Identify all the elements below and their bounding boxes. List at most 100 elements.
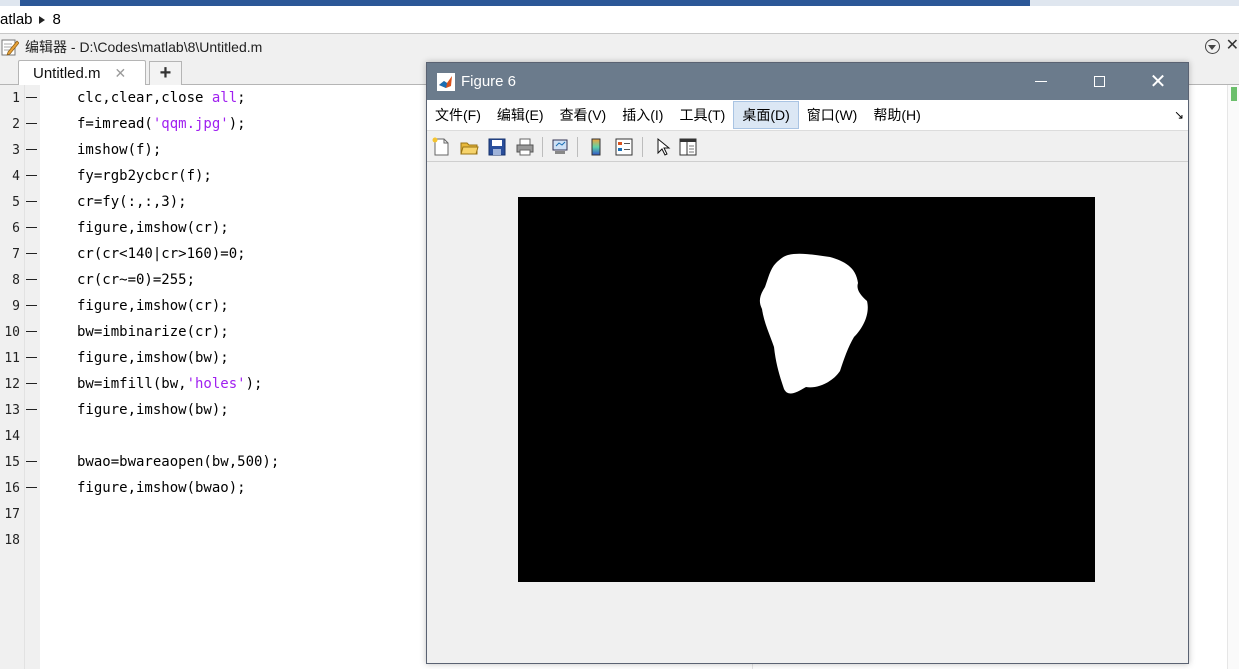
save-icon[interactable] — [486, 136, 508, 158]
menu-window[interactable]: 窗口(W) — [799, 101, 866, 129]
breakpoint-dash[interactable] — [26, 175, 37, 176]
add-tab-button[interactable]: + — [149, 61, 182, 85]
code-text: cr=fy(:,:,3); — [77, 194, 187, 210]
line-number[interactable]: 9 — [0, 299, 20, 314]
editor-title: 编辑器 - D:\Codes\matlab\8\Untitled.m — [25, 39, 263, 55]
menu-insert[interactable]: 插入(I) — [614, 101, 671, 129]
line-number[interactable]: 18 — [0, 533, 20, 548]
line-number[interactable]: 14 — [0, 429, 20, 444]
tab-untitled-m[interactable]: Untitled.m ✕ — [18, 60, 146, 86]
breakpoint-dash[interactable] — [26, 331, 37, 332]
breakpoint-dash[interactable] — [26, 383, 37, 384]
line-number[interactable]: 16 — [0, 481, 20, 496]
line-number[interactable]: 6 — [0, 221, 20, 236]
maximize-icon — [1093, 76, 1105, 87]
code-text: f=imread('qqm.jpg'); — [77, 116, 246, 132]
toolbar-separator — [577, 137, 578, 157]
breadcrumb-item-8[interactable]: 8 — [53, 11, 61, 28]
binary-image-display[interactable] — [518, 197, 1095, 582]
editor-scrollbar[interactable] — [1227, 85, 1239, 669]
line-number[interactable]: 11 — [0, 351, 20, 366]
white-blob-region — [759, 253, 868, 394]
code-text: bw=imfill(bw,'holes'); — [77, 376, 263, 392]
figure-title-bar[interactable]: Figure 6 ✕ — [427, 63, 1188, 100]
link-plot-icon[interactable] — [549, 136, 571, 158]
close-icon: ✕ — [1149, 70, 1167, 93]
editor-title-controls: ✕ — [1204, 38, 1239, 54]
dock-figure-icon[interactable]: ↘ — [1174, 108, 1184, 122]
code-text: imshow(f); — [77, 142, 162, 158]
breadcrumb-item-matlab[interactable]: atlab — [0, 11, 33, 28]
breakpoint-dash[interactable] — [26, 279, 37, 280]
line-number[interactable]: 17 — [0, 507, 20, 522]
menu-tools[interactable]: 工具(T) — [671, 101, 733, 129]
line-number[interactable]: 4 — [0, 169, 20, 184]
breakpoint-dash[interactable] — [26, 227, 37, 228]
editor-close-icon[interactable]: ✕ — [1226, 38, 1239, 54]
breadcrumb: atlab 8 — [0, 6, 1239, 34]
code-text: cr(cr~=0)=255; — [77, 272, 196, 288]
line-number[interactable]: 15 — [0, 455, 20, 470]
line-number[interactable]: 8 — [0, 273, 20, 288]
toolbar-separator — [542, 137, 543, 157]
line-number[interactable]: 5 — [0, 195, 20, 210]
pencil-edit-icon — [1, 39, 19, 56]
property-editor-icon[interactable] — [677, 136, 699, 158]
breakpoint-dash[interactable] — [26, 253, 37, 254]
code-text: figure,imshow(cr); — [77, 298, 229, 314]
code-text: bw=imbinarize(cr); — [77, 324, 229, 340]
editor-title-bar: 编辑器 - D:\Codes\matlab\8\Untitled.m ✕ — [0, 35, 1239, 59]
editor-options-dropdown-icon[interactable] — [1204, 38, 1220, 54]
pointer-icon[interactable] — [651, 136, 673, 158]
figure-toolbar — [427, 130, 1188, 162]
menu-file[interactable]: 文件(F) — [427, 101, 489, 129]
minimize-icon — [1035, 81, 1047, 82]
close-button[interactable]: ✕ — [1129, 63, 1187, 100]
breakpoint-dash[interactable] — [26, 201, 37, 202]
maximize-button[interactable] — [1070, 63, 1128, 100]
figure-title: Figure 6 — [461, 73, 517, 90]
figure-window[interactable]: Figure 6 ✕ 文件(F) 编辑(E) 查看(V) 插入(I) 工具(T)… — [426, 62, 1189, 664]
breakpoint-dash[interactable] — [26, 123, 37, 124]
breakpoint-dash[interactable] — [26, 149, 37, 150]
menu-desktop[interactable]: 桌面(D) — [733, 101, 799, 129]
breakpoint-dash[interactable] — [26, 357, 37, 358]
minimize-button[interactable] — [1012, 63, 1070, 100]
legend-icon[interactable] — [613, 136, 635, 158]
line-number[interactable]: 7 — [0, 247, 20, 262]
line-number[interactable]: 10 — [0, 325, 20, 340]
tab-close-icon[interactable]: ✕ — [115, 65, 127, 82]
line-number[interactable]: 2 — [0, 117, 20, 132]
breakpoint-dash[interactable] — [26, 461, 37, 462]
line-number[interactable]: 12 — [0, 377, 20, 392]
line-number[interactable]: 1 — [0, 91, 20, 106]
line-number[interactable]: 13 — [0, 403, 20, 418]
code-text: cr(cr<140|cr>160)=0; — [77, 246, 246, 262]
matlab-logo-icon — [437, 72, 455, 91]
breakpoint-dash[interactable] — [26, 305, 37, 306]
menu-help[interactable]: 帮助(H) — [865, 101, 928, 129]
code-text: clc,clear,close all; — [77, 90, 246, 106]
open-file-icon[interactable] — [458, 136, 480, 158]
tab-label: Untitled.m — [33, 65, 101, 82]
figure-canvas[interactable] — [427, 163, 1188, 663]
code-analyzer-indicator[interactable] — [1231, 87, 1237, 101]
code-text: figure,imshow(bwao); — [77, 480, 246, 496]
code-text: fy=rgb2ycbcr(f); — [77, 168, 212, 184]
code-text: figure,imshow(bw); — [77, 402, 229, 418]
breakpoint-dash[interactable] — [26, 409, 37, 410]
toolbar-separator — [642, 137, 643, 157]
figure-menu-bar: 文件(F) 编辑(E) 查看(V) 插入(I) 工具(T) 桌面(D) 窗口(W… — [427, 100, 1188, 130]
print-icon[interactable] — [514, 136, 536, 158]
breakpoint-dash[interactable] — [26, 487, 37, 488]
new-figure-icon[interactable] — [430, 136, 452, 158]
colorbar-icon[interactable] — [585, 136, 607, 158]
breadcrumb-arrow-icon — [38, 15, 45, 24]
code-text: figure,imshow(cr); — [77, 220, 229, 236]
line-number[interactable]: 3 — [0, 143, 20, 158]
breakpoint-dash[interactable] — [26, 97, 37, 98]
menu-edit[interactable]: 编辑(E) — [489, 101, 552, 129]
code-text: figure,imshow(bw); — [77, 350, 229, 366]
code-text: bwao=bwareaopen(bw,500); — [77, 454, 280, 470]
menu-view[interactable]: 查看(V) — [552, 101, 615, 129]
